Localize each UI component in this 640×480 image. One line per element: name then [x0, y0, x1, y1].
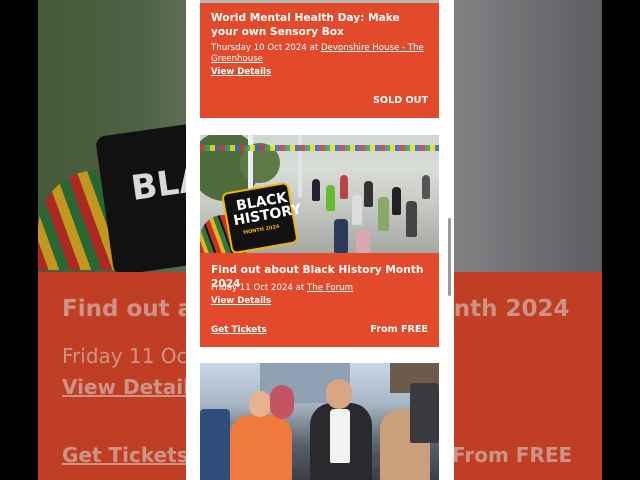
person [200, 409, 230, 480]
person [312, 179, 320, 201]
person [352, 195, 362, 225]
person [410, 383, 439, 443]
person-head [249, 391, 271, 417]
phone-screen: World Mental Health Day: Make your own S… [186, 0, 454, 480]
event-venue-line2: Greenhouse [211, 54, 431, 65]
person [270, 385, 294, 419]
event-date-line: Friday 11 Oct 2024 at The Forum [211, 283, 431, 294]
person [334, 219, 348, 253]
person [230, 415, 292, 480]
event-image-black-history: BLACK HISTORY MONTH 2024 [200, 135, 439, 253]
view-details-link[interactable]: View Details [211, 296, 271, 306]
event-venue-link-cont[interactable]: Greenhouse [211, 54, 263, 64]
sold-out-label: SOLD OUT [373, 95, 428, 106]
price-label: From FREE [370, 324, 428, 335]
person [378, 197, 389, 231]
person [356, 229, 370, 253]
event-date: Thursday 10 Oct 2024 [211, 43, 307, 53]
image-edge [200, 0, 439, 3]
person-shirt [330, 409, 350, 463]
event-venue-link[interactable]: The Forum [307, 283, 353, 293]
event-card-mental-health[interactable]: World Mental Health Day: Make your own S… [200, 0, 439, 118]
event-card-black-history[interactable]: BLACK HISTORY MONTH 2024 Find out about … [200, 135, 439, 347]
person [422, 175, 430, 199]
event-at: at [309, 43, 319, 53]
person [326, 185, 335, 211]
event-date: Friday 11 Oct 2024 [211, 283, 293, 293]
event-at: at [295, 283, 305, 293]
person [406, 201, 417, 237]
person [392, 187, 401, 215]
event-card-3[interactable] [200, 363, 439, 480]
bunting [200, 145, 439, 151]
event-title: World Mental Health Day: Make your own S… [211, 12, 400, 38]
person [364, 181, 373, 207]
event-date-line: Thursday 10 Oct 2024 at Devonshire House… [211, 43, 431, 54]
person [340, 175, 348, 199]
event-venue-link[interactable]: Devonshire House - The [321, 43, 424, 53]
view-details-link[interactable]: View Details [211, 67, 271, 77]
event-image-crowd [200, 363, 439, 480]
person-head [326, 379, 352, 409]
get-tickets-link[interactable]: Get Tickets [211, 325, 267, 335]
scrollbar[interactable] [448, 218, 451, 296]
